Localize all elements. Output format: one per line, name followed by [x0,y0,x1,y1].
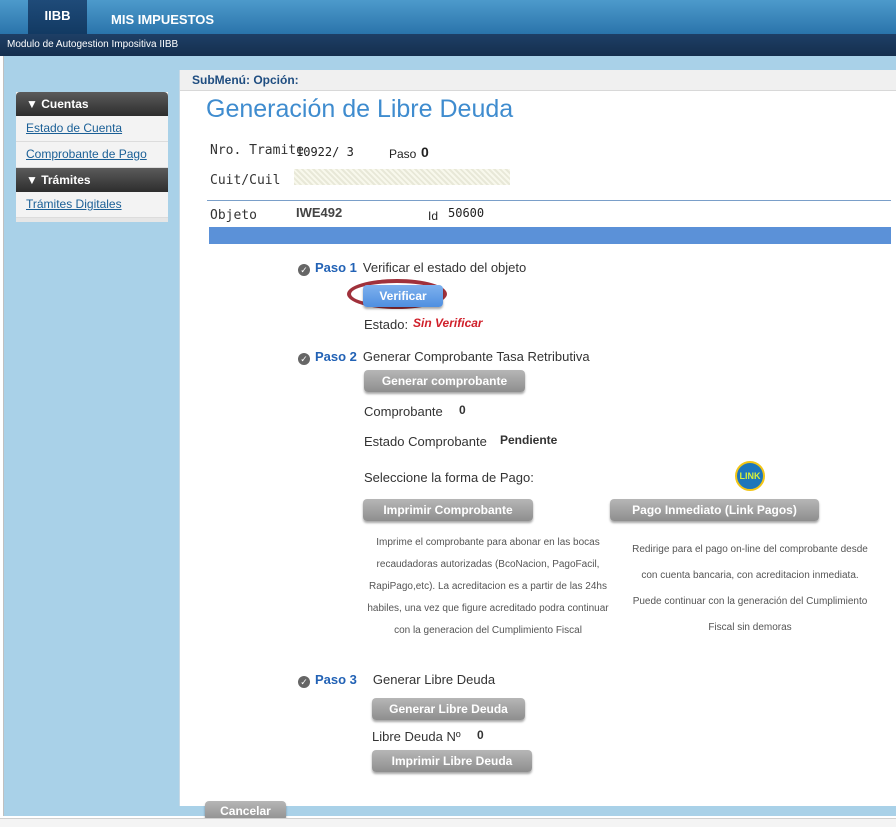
cuit-label: Cuit/Cuil [210,173,281,188]
main-content: SubMenú: Opción: Generación de Libre Deu… [179,70,896,806]
objeto-value: IWE492 [296,205,343,220]
paso-label: Paso [389,147,417,161]
estado-comprobante-label: Estado Comprobante [364,434,487,449]
submenu-bar: SubMenú: Opción: [180,70,896,91]
id-label: Id [428,209,439,223]
link-logo-icon: LINK [735,461,765,491]
sidebar-item-tramites-digitales[interactable]: Trámites Digitales [16,192,168,218]
generar-libre-deuda-button[interactable]: Generar Libre Deuda [372,698,525,720]
generar-comprobante-button[interactable]: Generar comprobante [364,370,525,392]
pago-inmediato-button[interactable]: Pago Inmediato (Link Pagos) [610,499,819,521]
libre-deuda-label: Libre Deuda Nº [372,729,461,744]
sidebar-menu: ▼ Cuentas Estado de Cuenta Comprobante d… [16,92,168,222]
pago-description: Redirige para el pago on-line del compro… [632,544,868,633]
imprimir-description: Imprime el comprobante para abonar en la… [367,537,609,636]
section-divider-bar [209,227,891,244]
paso3-title: Generar Libre Deuda [372,672,496,687]
check-icon: ✓ [298,264,310,276]
comprobante-label: Comprobante [364,404,443,419]
estado-comprobante-value: Pendiente [500,433,558,447]
cuit-value-masked [294,169,510,185]
libre-deuda-value: 0 [477,728,484,742]
page-title: Generación de Libre Deuda [206,95,514,123]
paso1-title: Verificar el estado del objeto [362,260,527,275]
sidebar-section-cuentas[interactable]: ▼ Cuentas [16,92,168,116]
id-value: 50600 [448,206,485,220]
paso2-title: Generar Comprobante Tasa Retributiva [362,349,590,364]
sidebar-section-tramites[interactable]: ▼ Trámites [16,168,168,192]
check-icon: ✓ [298,676,310,688]
paso2-number: Paso 2 [315,349,357,364]
sidebar-item-estado-de-cuenta[interactable]: Estado de Cuenta [16,116,168,142]
comprobante-value: 0 [459,403,466,417]
check-icon: ✓ [298,353,310,365]
verificar-button[interactable]: Verificar [363,285,443,307]
nro-tramite-label: Nro. Tramite [210,143,304,158]
tab-iibb[interactable]: IIBB [28,0,87,34]
forma-pago-label: Seleccione la forma de Pago: [364,470,534,485]
objeto-label: Objeto [210,208,257,223]
paso-value: 0 [421,144,429,160]
separator-line [207,200,891,201]
paso3-header: ✓ Paso 3 Generar Libre Deuda [298,672,495,688]
submenu-label: SubMenú: Opción: [192,73,299,87]
paso2-header: ✓ Paso 2 Generar Comprobante Tasa Retribut… [298,349,590,365]
estado-value: Sin Verificar [413,316,483,330]
sidebar-item-comprobante-de-pago[interactable]: Comprobante de Pago [16,142,168,168]
imprimir-comprobante-button[interactable]: Imprimir Comprobante [363,499,533,521]
top-navbar: IIBB MIS IMPUESTOS [0,0,896,34]
paso3-number: Paso 3 [315,672,357,687]
paso1-header: ✓ Paso 1 Verificar el estado del objeto [298,260,526,276]
imprimir-libre-deuda-button[interactable]: Imprimir Libre Deuda [372,750,532,772]
module-title: Modulo de Autogestion Impositiva IIBB [7,39,179,50]
paso1-number: Paso 1 [315,260,357,275]
module-bar: Modulo de Autogestion Impositiva IIBB [0,34,896,56]
tab-mis-impuestos[interactable]: MIS IMPUESTOS [111,0,214,34]
nro-tramite-value: 10922/ 3 [296,145,354,159]
estado-label: Estado: [364,317,409,332]
